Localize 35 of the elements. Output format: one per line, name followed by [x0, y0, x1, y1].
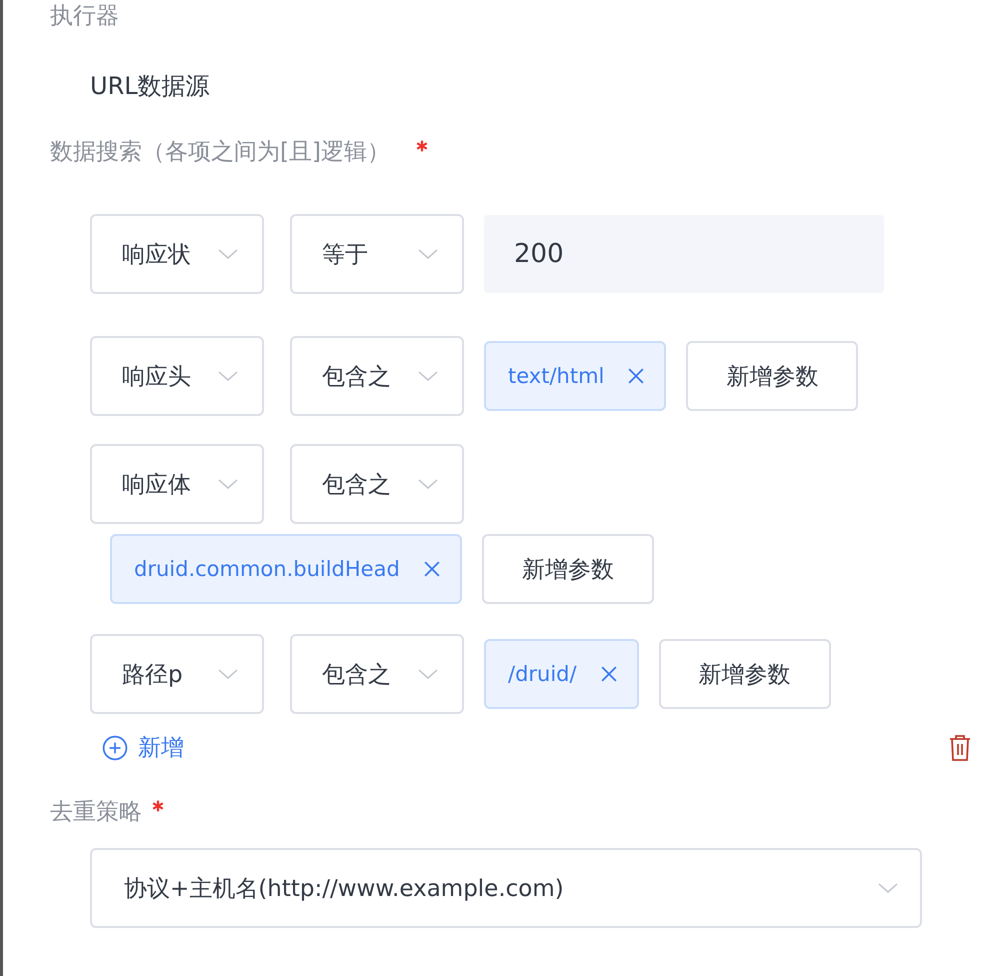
- field-label: 执行器: [50, 2, 120, 31]
- operator-select[interactable]: 包含之: [290, 444, 464, 524]
- close-icon[interactable]: [600, 666, 617, 682]
- delete-icon[interactable]: [948, 734, 972, 762]
- add-condition-button[interactable]: 新增: [102, 732, 184, 763]
- operator-select[interactable]: 包含之: [290, 634, 464, 714]
- caret-icon: [218, 371, 238, 381]
- caret-icon: [418, 371, 438, 381]
- tag-text: druid.common.buildHead: [134, 557, 400, 581]
- executor-value: URL数据源: [90, 71, 211, 102]
- add-parameter-button[interactable]: 新增参数: [686, 341, 858, 411]
- dedup-select[interactable]: 协议+主机名(http://www.example.com): [90, 848, 922, 928]
- value-input[interactable]: 200: [484, 215, 884, 293]
- caret-icon: [218, 669, 238, 679]
- field-select[interactable]: 路径p: [90, 634, 264, 714]
- field-select[interactable]: 响应状: [90, 214, 264, 294]
- close-icon[interactable]: [628, 368, 644, 384]
- operator-select[interactable]: 包含之: [290, 336, 464, 416]
- add-parameter-button[interactable]: 新增参数: [482, 534, 654, 604]
- field-select[interactable]: 响应头: [90, 336, 264, 416]
- close-icon[interactable]: [424, 561, 440, 577]
- field-label: 数据搜索（各项之间为[且]逻辑）: [50, 138, 390, 167]
- caret-icon: [418, 249, 438, 259]
- field-label: 去重策略: [50, 798, 142, 827]
- plus-circle-icon: [102, 734, 128, 760]
- add-parameter-button[interactable]: 新增参数: [658, 639, 831, 709]
- tag-text: text/html: [508, 364, 604, 388]
- caret-icon: [418, 669, 438, 679]
- caret-icon: [878, 883, 898, 893]
- field-select[interactable]: 响应体: [90, 444, 264, 524]
- caret-icon: [218, 479, 238, 489]
- caret-icon: [218, 249, 238, 259]
- tag-text: /druid/: [508, 662, 577, 686]
- caret-icon: [418, 479, 438, 489]
- operator-select[interactable]: 等于: [290, 214, 464, 294]
